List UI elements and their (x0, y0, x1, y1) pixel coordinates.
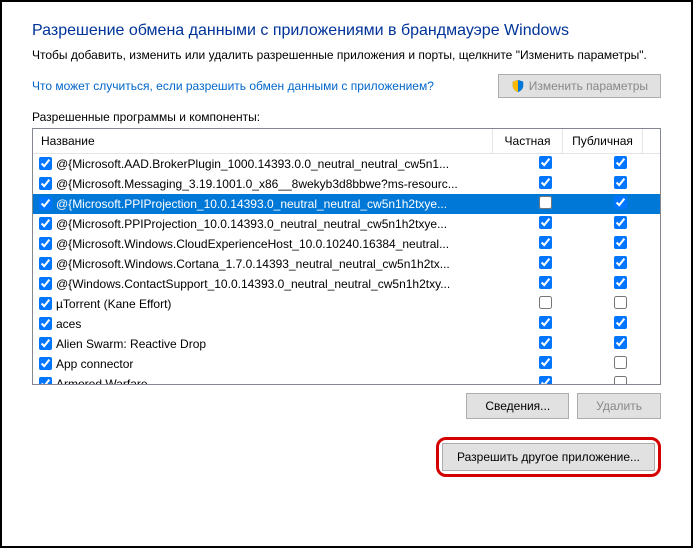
row-public-checkbox[interactable] (614, 216, 627, 229)
row-public-checkbox[interactable] (614, 156, 627, 169)
row-name-label: µTorrent (Kane Effort) (56, 297, 171, 311)
table-row[interactable]: @{Microsoft.PPIProjection_10.0.14393.0_n… (33, 214, 660, 234)
row-public-checkbox[interactable] (614, 356, 627, 369)
table-row[interactable]: @{Microsoft.Windows.CloudExperienceHost_… (33, 234, 660, 254)
row-enabled-checkbox[interactable] (39, 257, 52, 270)
shield-icon (511, 79, 525, 93)
page-heading: Разрешение обмена данными с приложениями… (32, 22, 661, 40)
row-enabled-checkbox[interactable] (39, 217, 52, 230)
row-enabled-checkbox[interactable] (39, 277, 52, 290)
row-enabled-checkbox[interactable] (39, 297, 52, 310)
row-public-checkbox[interactable] (614, 236, 627, 249)
row-name-label: @{Microsoft.Messaging_3.19.1001.0_x86__8… (56, 177, 458, 191)
row-private-checkbox[interactable] (539, 196, 552, 209)
column-public[interactable]: Публичная (563, 129, 643, 153)
page-description: Чтобы добавить, изменить или удалить раз… (32, 48, 661, 64)
row-private-checkbox[interactable] (539, 296, 552, 309)
remove-button[interactable]: Удалить (577, 393, 661, 419)
table-rows[interactable]: @{Microsoft.AAD.BrokerPlugin_1000.14393.… (33, 154, 660, 384)
row-private-checkbox[interactable] (539, 316, 552, 329)
row-public-checkbox[interactable] (614, 196, 627, 209)
apps-table: Название Частная Публичная @{Microsoft.A… (32, 128, 661, 385)
row-private-checkbox[interactable] (539, 236, 552, 249)
row-public-checkbox[interactable] (614, 296, 627, 309)
row-private-checkbox[interactable] (539, 216, 552, 229)
row-enabled-checkbox[interactable] (39, 317, 52, 330)
row-private-checkbox[interactable] (539, 376, 552, 384)
column-name[interactable]: Название (33, 129, 493, 153)
row-enabled-checkbox[interactable] (39, 197, 52, 210)
table-row[interactable]: Armored Warfare (33, 374, 660, 384)
row-private-checkbox[interactable] (539, 256, 552, 269)
row-private-checkbox[interactable] (539, 156, 552, 169)
row-enabled-checkbox[interactable] (39, 337, 52, 350)
row-private-checkbox[interactable] (539, 336, 552, 349)
row-private-checkbox[interactable] (539, 356, 552, 369)
table-row[interactable]: @{Microsoft.Windows.Cortana_1.7.0.14393_… (33, 254, 660, 274)
row-public-checkbox[interactable] (614, 256, 627, 269)
row-name-label: aces (56, 317, 81, 331)
table-row[interactable]: @{Microsoft.AAD.BrokerPlugin_1000.14393.… (33, 154, 660, 174)
table-header: Название Частная Публичная (33, 129, 660, 154)
row-name-label: @{Windows.ContactSupport_10.0.14393.0_ne… (56, 277, 450, 291)
table-row[interactable]: aces (33, 314, 660, 334)
group-label: Разрешенные программы и компоненты: (32, 110, 661, 124)
row-name-label: @{Microsoft.Windows.CloudExperienceHost_… (56, 237, 449, 251)
allow-highlight: Разрешить другое приложение... (436, 437, 661, 477)
row-enabled-checkbox[interactable] (39, 177, 52, 190)
row-public-checkbox[interactable] (614, 176, 627, 189)
row-enabled-checkbox[interactable] (39, 237, 52, 250)
details-button[interactable]: Сведения... (466, 393, 569, 419)
table-row[interactable]: @{Windows.ContactSupport_10.0.14393.0_ne… (33, 274, 660, 294)
row-enabled-checkbox[interactable] (39, 357, 52, 370)
row-public-checkbox[interactable] (614, 316, 627, 329)
row-private-checkbox[interactable] (539, 176, 552, 189)
row-name-label: Alien Swarm: Reactive Drop (56, 337, 206, 351)
risk-link[interactable]: Что может случиться, если разрешить обме… (32, 79, 434, 93)
table-row[interactable]: @{Microsoft.PPIProjection_10.0.14393.0_n… (33, 194, 660, 214)
row-public-checkbox[interactable] (614, 336, 627, 349)
table-row[interactable]: Alien Swarm: Reactive Drop (33, 334, 660, 354)
table-row[interactable]: App connector (33, 354, 660, 374)
allow-another-app-button[interactable]: Разрешить другое приложение... (442, 443, 655, 471)
column-scroll-spacer (643, 129, 660, 153)
row-public-checkbox[interactable] (614, 376, 627, 384)
row-name-label: @{Microsoft.AAD.BrokerPlugin_1000.14393.… (56, 157, 449, 171)
row-name-label: @{Microsoft.PPIProjection_10.0.14393.0_n… (56, 197, 447, 211)
row-name-label: @{Microsoft.PPIProjection_10.0.14393.0_n… (56, 217, 447, 231)
table-row[interactable]: @{Microsoft.Messaging_3.19.1001.0_x86__8… (33, 174, 660, 194)
change-params-label: Изменить параметры (529, 79, 648, 93)
row-name-label: Armored Warfare (56, 377, 148, 384)
table-row[interactable]: µTorrent (Kane Effort) (33, 294, 660, 314)
row-public-checkbox[interactable] (614, 276, 627, 289)
change-params-button[interactable]: Изменить параметры (498, 74, 661, 98)
row-name-label: @{Microsoft.Windows.Cortana_1.7.0.14393_… (56, 257, 450, 271)
row-name-label: App connector (56, 357, 133, 371)
row-enabled-checkbox[interactable] (39, 157, 52, 170)
row-enabled-checkbox[interactable] (39, 377, 52, 384)
row-private-checkbox[interactable] (539, 276, 552, 289)
column-private[interactable]: Частная (493, 129, 563, 153)
